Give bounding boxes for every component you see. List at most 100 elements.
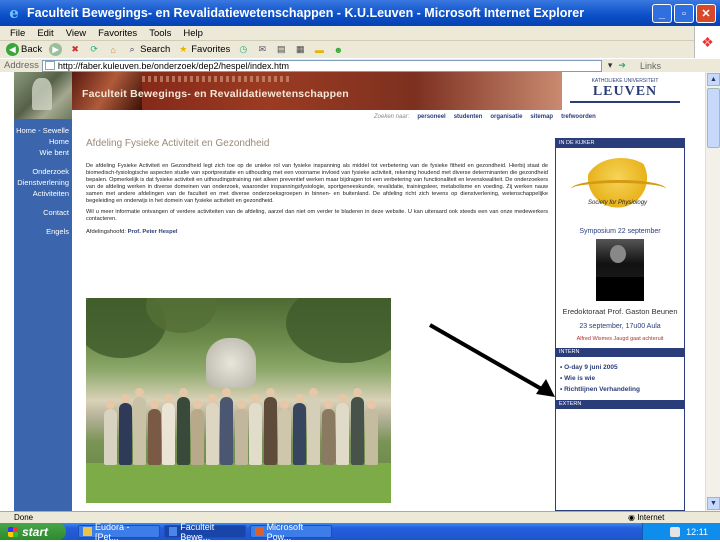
vertical-scrollbar[interactable]: ▲ ▼ xyxy=(705,72,720,511)
print-button[interactable]: ▤ xyxy=(275,44,287,56)
refresh-icon: ⟳ xyxy=(90,44,98,54)
favorites-button[interactable]: ★ Favorites xyxy=(177,44,230,56)
main-content: Afdeling Fysieke Activiteit en Gezondhei… xyxy=(86,138,548,235)
intern-link[interactable]: Richtlijnen Verhandeling xyxy=(560,386,680,393)
symposium-logo[interactable]: Society for Physiology xyxy=(566,150,674,222)
person-head xyxy=(106,400,115,409)
menu-item-file[interactable]: File xyxy=(10,28,25,39)
menu-item-view[interactable]: View xyxy=(66,28,86,39)
scroll-thumb[interactable] xyxy=(707,88,720,148)
taskbar-task[interactable]: Microsoft Pow... xyxy=(250,522,332,542)
menu-item-help[interactable]: Help xyxy=(183,28,203,39)
sidebar-item[interactable]: Contact xyxy=(14,207,72,218)
clock[interactable]: 12:11 xyxy=(686,527,708,537)
task-icon xyxy=(169,527,178,536)
refresh-button[interactable]: ⟳ xyxy=(88,44,100,56)
stop-button[interactable]: ✖ xyxy=(69,44,81,56)
person-head xyxy=(309,388,318,397)
person-figure xyxy=(162,403,175,465)
toolbar: ◀ Back ▶ ✖ ⟳ ⌂ ⌕ Search ★ Favorites ◷ ✉ … xyxy=(0,41,694,58)
kuleuven-logo[interactable]: KATHOLIEKE UNIVERSITEIT LEUVEN xyxy=(570,78,680,108)
intro-paragraph: De afdeling Fysieke Activiteit en Gezond… xyxy=(86,163,548,204)
address-input[interactable]: http://faber.kuleuven.be/onderzoek/dep2/… xyxy=(41,59,602,72)
menu-item-edit[interactable]: Edit xyxy=(37,28,53,39)
scroll-up-icon[interactable]: ▲ xyxy=(707,73,720,86)
department-head-link[interactable]: Prof. Peter Hespel xyxy=(128,229,178,235)
topnav-link[interactable]: organisatie xyxy=(490,114,522,124)
folder-button[interactable]: ▬ xyxy=(313,44,325,56)
topnav-link[interactable]: sitemap xyxy=(530,114,553,124)
history-button[interactable]: ◷ xyxy=(237,44,249,56)
person-head xyxy=(120,394,130,403)
menu-item-favorites[interactable]: Favorites xyxy=(98,28,137,39)
sidebar-item[interactable]: Activiteiten xyxy=(14,188,72,199)
edit-button[interactable]: ▦ xyxy=(294,44,306,56)
intern-link[interactable]: O-day 9 juni 2005 xyxy=(560,364,680,371)
sidebar-item[interactable]: Home - Sewelle xyxy=(14,125,72,136)
person-head xyxy=(265,388,275,397)
sidebar-item[interactable]: Wie bent xyxy=(14,147,72,158)
banner-title: Faculteit Bewegings- en Revalidatieweten… xyxy=(82,88,349,100)
person-figure xyxy=(365,409,378,465)
mail-button[interactable]: ✉ xyxy=(256,44,268,56)
eredoktoraat-title[interactable]: Eredoktoraat Prof. Gaston Beunen xyxy=(556,307,684,316)
topnav-link[interactable]: studenten xyxy=(454,114,483,124)
symposium-caption[interactable]: Symposium 22 september xyxy=(556,228,684,235)
close-button[interactable]: ✕ xyxy=(696,4,716,23)
department-head: Afdelingshoofd: Prof. Peter Hespel xyxy=(86,229,548,235)
person-head xyxy=(251,394,260,403)
system-tray: 12:11 xyxy=(642,523,720,540)
back-button[interactable]: ◀ Back xyxy=(6,43,42,56)
task-icon xyxy=(255,527,264,536)
browser-viewport: Home - Sewelle Home Wie bent Onderzoek Diens… xyxy=(0,72,705,511)
person-figure xyxy=(234,409,248,465)
symposium-logo-text: Society for Physiology xyxy=(588,200,648,206)
messenger-button[interactable]: ☻ xyxy=(332,44,344,56)
minimize-button[interactable]: _ xyxy=(652,4,672,23)
go-icon[interactable]: ➔ xyxy=(618,60,626,71)
group-photo xyxy=(86,298,391,503)
person-head xyxy=(294,394,304,403)
person-figure xyxy=(292,403,306,465)
person-figure xyxy=(118,403,132,465)
intern-link[interactable]: Wie is wie xyxy=(560,375,680,382)
person-figure xyxy=(104,409,117,465)
page-title: Afdeling Fysieke Activiteit en Gezondhei… xyxy=(86,138,270,149)
menu-item-tools[interactable]: Tools xyxy=(149,28,171,39)
task-list: Eudora - [Pet... Faculteit Bewe... Microso… xyxy=(74,522,332,542)
sidebar-item[interactable]: Onderzoek xyxy=(14,166,72,177)
person-head xyxy=(135,388,144,397)
scroll-down-icon[interactable]: ▼ xyxy=(707,497,720,510)
search-icon: ⌕ xyxy=(129,44,135,54)
home-button[interactable]: ⌂ xyxy=(107,44,119,56)
back-label: Back xyxy=(21,44,43,55)
person-figure xyxy=(205,403,219,465)
favorites-label: Favorites xyxy=(191,44,231,55)
topnav-link[interactable]: trefwoorden xyxy=(561,114,596,124)
taskbar-task[interactable]: Faculteit Bewe... xyxy=(164,522,246,542)
search-button[interactable]: ⌕ Search xyxy=(126,44,171,56)
person-head xyxy=(164,394,173,403)
task-icon xyxy=(83,527,92,536)
taskbar-task[interactable]: Eudora - [Pet... xyxy=(78,522,160,542)
topnav-link[interactable]: personeel xyxy=(417,114,445,124)
person-head xyxy=(236,400,246,409)
maximize-button[interactable]: ▫ xyxy=(674,4,694,23)
links-label[interactable]: Links xyxy=(640,61,661,71)
sidebar-item[interactable]: Home xyxy=(14,136,72,147)
windows-logo-icon: ❖ xyxy=(694,26,720,58)
person-figure xyxy=(336,403,349,465)
tray-icon[interactable] xyxy=(670,526,681,537)
print-icon: ▤ xyxy=(277,44,286,54)
window-title: Faculteit Bewegings- en Revalidatieweten… xyxy=(27,6,585,20)
address-label: Address xyxy=(4,60,39,71)
sidebar-item[interactable]: Engels xyxy=(14,226,72,237)
person-head xyxy=(149,400,159,409)
taskbar: start Eudora - [Pet... Faculteit Bewe... M… xyxy=(0,522,720,542)
start-button[interactable]: start xyxy=(0,523,66,540)
forward-button[interactable]: ▶ xyxy=(49,43,63,56)
address-dropdown-icon[interactable]: ▾ xyxy=(608,60,613,71)
sidebar-item[interactable]: Dienstverlening xyxy=(14,177,72,188)
intern-header: INTERN xyxy=(556,348,684,357)
windows-flag-icon xyxy=(8,526,18,537)
